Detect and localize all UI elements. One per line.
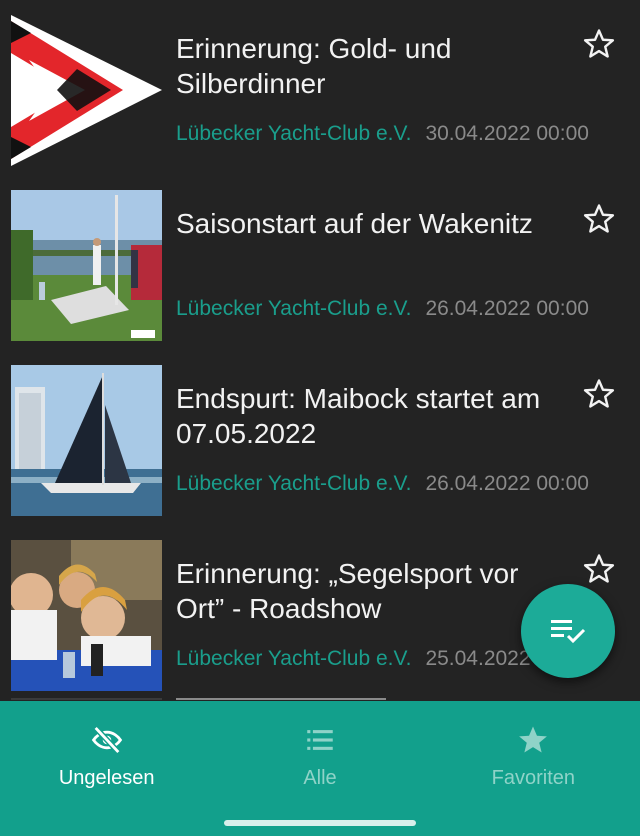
item-date: 26.04.2022 00:00	[425, 297, 589, 320]
list-item-partial	[0, 690, 640, 700]
item-source: Lübecker Yacht-Club e.V.	[176, 122, 412, 145]
item-title: Erinnerung: „Segelsport vor Ort” - Roads…	[176, 558, 519, 624]
item-date: 30.04.2022 00:00	[425, 122, 589, 145]
star-outline-icon[interactable]	[582, 202, 616, 236]
item-title: Saisonstart auf der Wakenitz	[176, 208, 533, 239]
nav-item-favorites[interactable]: Favoriten	[427, 701, 640, 812]
mark-all-read-button[interactable]	[521, 584, 615, 678]
club-burgee-image	[11, 15, 162, 166]
home-gesture-handle[interactable]	[224, 820, 416, 826]
item-date: 26.04.2022 00:00	[425, 472, 589, 495]
bottom-navigation: Ungelesen Alle Favoriten	[0, 701, 640, 812]
eye-off-icon	[91, 726, 122, 754]
nav-label-all: Alle	[303, 767, 337, 789]
star-outline-icon[interactable]	[582, 552, 616, 586]
lakeside-boat-prep-photo	[11, 190, 162, 341]
star-outline-icon[interactable]	[582, 377, 616, 411]
item-source: Lübecker Yacht-Club e.V.	[176, 472, 412, 495]
star-outline-icon[interactable]	[582, 27, 616, 61]
item-meta: Lübecker Yacht-Club e.V. 26.04.2022 00:00	[176, 297, 589, 321]
sailboat-race-photo	[11, 365, 162, 516]
system-navigation-bar	[0, 812, 640, 836]
nav-label-unread: Ungelesen	[58, 767, 155, 789]
nav-item-all[interactable]: Alle	[213, 701, 426, 812]
item-title: Erinnerung: Gold- und Silberdinner	[176, 33, 452, 99]
item-source: Lübecker Yacht-Club e.V.	[176, 297, 412, 320]
item-meta: Lübecker Yacht-Club e.V. 26.04.2022 00:00	[176, 472, 589, 496]
item-meta: Lübecker Yacht-Club e.V. 30.04.2022 00:00	[176, 122, 589, 146]
mark-all-read-icon	[551, 620, 586, 644]
nav-label-favorites: Favoriten	[491, 767, 575, 789]
children-experiment-photo	[11, 540, 162, 691]
list-item[interactable]: Endspurt: Maibock startet am 07.05.2022 …	[0, 350, 640, 525]
item-source: Lübecker Yacht-Club e.V.	[176, 647, 412, 670]
item-title: Endspurt: Maibock startet am 07.05.2022	[176, 383, 541, 449]
list-item[interactable]: Erinnerung: Gold- und Silberdinner Lübec…	[0, 0, 640, 175]
list-item[interactable]: Saisonstart auf der Wakenitz Lübecker Ya…	[0, 175, 640, 350]
star-filled-icon	[519, 726, 548, 753]
nav-item-unread[interactable]: Ungelesen	[0, 701, 213, 812]
list-icon	[307, 730, 333, 750]
